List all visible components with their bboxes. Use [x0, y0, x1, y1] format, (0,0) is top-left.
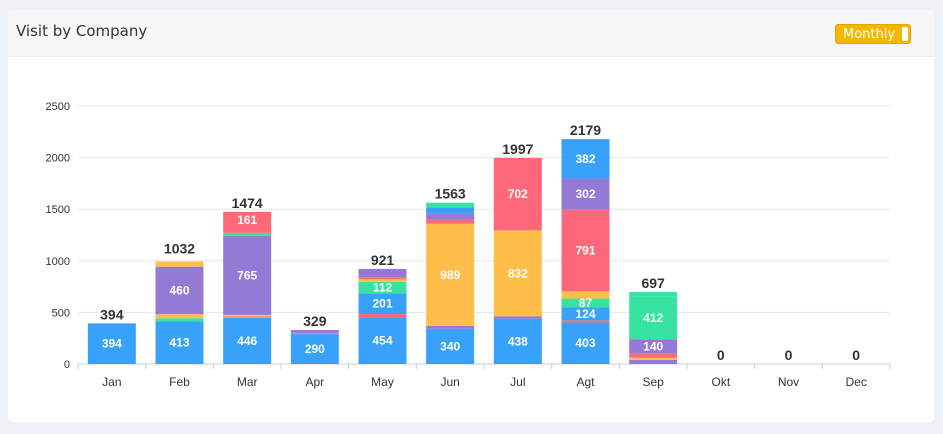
bar-segment	[155, 318, 204, 322]
bar-segment	[155, 261, 204, 267]
bar-total-label: 0	[717, 347, 725, 363]
bar-segment	[426, 325, 475, 329]
x-category-label: Agt	[576, 375, 595, 389]
x-category-label: Jun	[440, 375, 459, 389]
y-tick-label: 1500	[46, 204, 70, 216]
bar-total-label: 697	[641, 275, 665, 291]
segment-value-label: 454	[372, 334, 392, 348]
bar-segment	[426, 219, 475, 224]
y-tick-label: 0	[64, 359, 70, 371]
segment-value-label: 413	[169, 336, 189, 350]
bar-segment	[493, 316, 542, 319]
y-tick-label: 1000	[46, 256, 70, 268]
bar-segment	[290, 330, 339, 333]
segment-value-label: 403	[575, 336, 595, 350]
y-tick-label: 500	[52, 307, 70, 319]
segment-value-label: 832	[508, 266, 528, 280]
segment-value-label: 446	[237, 334, 257, 348]
x-category-label: Sep	[642, 375, 664, 389]
segment-value-label: 140	[643, 339, 663, 353]
bar-segment	[426, 213, 475, 220]
x-category-label: Nov	[778, 375, 799, 389]
bar-total-label: 0	[785, 347, 793, 363]
x-category-label: Apr	[305, 375, 324, 389]
bar-segment	[358, 279, 407, 282]
bar-segment	[358, 268, 407, 278]
x-category-label: May	[371, 375, 394, 389]
bar-total-label: 921	[371, 252, 395, 268]
x-category-label: Mar	[237, 375, 258, 389]
bar-segment	[358, 277, 407, 280]
bar-segment	[290, 332, 339, 335]
bar-segment	[223, 228, 272, 233]
x-category-label: Jul	[510, 375, 525, 389]
segment-value-label: 112	[373, 281, 393, 295]
segment-value-label: 290	[305, 342, 325, 356]
segment-value-label: 702	[508, 187, 528, 201]
bar-total-label: 0	[852, 347, 860, 363]
x-category-label: Feb	[169, 375, 190, 389]
bar-total-label: 329	[303, 313, 327, 329]
segment-value-label: 412	[643, 311, 663, 325]
bar-segment	[223, 314, 272, 316]
y-tick-label: 2000	[46, 153, 70, 165]
segment-value-label: 989	[440, 268, 460, 282]
segment-value-label: 394	[102, 337, 122, 351]
bar-segment	[629, 292, 678, 297]
segment-value-label: 382	[575, 152, 595, 166]
bar-segment	[629, 357, 678, 360]
segment-value-label: 791	[575, 244, 595, 258]
bar-segment	[223, 232, 272, 236]
segment-value-label: 460	[169, 283, 189, 297]
bar-total-label: 394	[100, 306, 124, 322]
visit-card: Visit by Company Monthly 0 500 1000 1500 200…	[8, 10, 934, 422]
segment-value-label: 765	[237, 268, 257, 282]
bar-total-label: 1563	[435, 186, 466, 202]
bar-segment	[629, 359, 678, 364]
bar-segment	[426, 202, 475, 208]
segment-value-label: 438	[508, 334, 528, 348]
y-tick-label: 2500	[46, 101, 70, 113]
bar-segment	[358, 314, 407, 318]
bar-segment	[561, 291, 610, 299]
visit-chart: 0 500 1000 1500 2000 2500 394 394 Jan 413 460 1032 F…	[46, 101, 891, 389]
segment-value-label: 340	[440, 339, 460, 353]
x-category-label: Okt	[711, 375, 730, 389]
bar-segment	[223, 315, 272, 318]
bar-segment	[155, 314, 204, 319]
bar-segment	[629, 353, 678, 358]
bar-segment	[426, 207, 475, 214]
segment-value-label: 201	[372, 297, 392, 311]
bar-total-label: 1474	[232, 195, 263, 211]
x-category-label: Jan	[102, 375, 121, 389]
segment-value-label: 302	[575, 187, 595, 201]
bar-total-label: 1032	[164, 240, 195, 256]
bar-total-label: 1997	[502, 141, 533, 157]
x-category-label: Dec	[845, 375, 866, 389]
bar-total-label: 2179	[570, 122, 601, 138]
segment-value-label: 161	[237, 213, 257, 227]
